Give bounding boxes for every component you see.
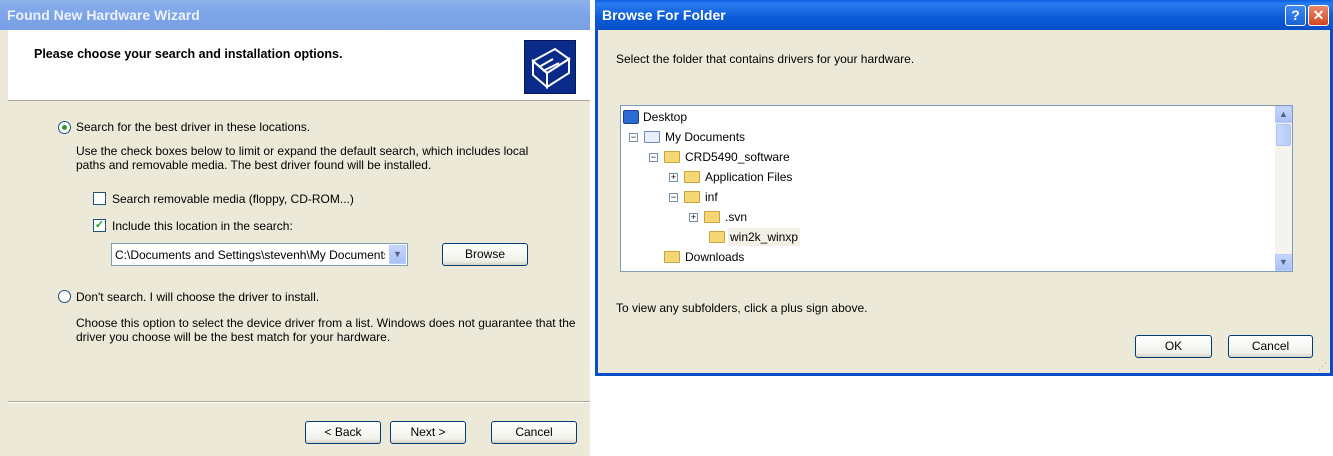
tree-item-label: .svn — [725, 210, 748, 224]
folder-tree[interactable]: Desktop − My Documents − CRD5490_softwar… — [620, 105, 1293, 272]
close-icon[interactable]: ✕ — [1308, 5, 1329, 26]
dont-search-option-description: Choose this option to select the device … — [76, 316, 576, 344]
browse-title: Browse For Folder — [602, 7, 726, 23]
dont-search-option-radio[interactable] — [58, 290, 71, 303]
removable-media-checkbox[interactable] — [93, 192, 106, 205]
browse-for-folder-dialog: Browse For Folder ? ✕ Select the folder … — [595, 0, 1333, 376]
found-new-hardware-wizard: Found New Hardware Wizard Please choose … — [0, 0, 590, 456]
documents-folder-icon — [644, 131, 660, 143]
include-location-label[interactable]: Include this location in the search: — [112, 219, 293, 233]
wizard-cancel-button[interactable]: Cancel — [491, 421, 577, 444]
tree-scrollbar[interactable]: ▲ ▼ — [1275, 106, 1292, 271]
chevron-down-icon[interactable]: ▼ — [389, 245, 406, 264]
scroll-up-icon[interactable]: ▲ — [1275, 106, 1292, 123]
next-button[interactable]: Next > — [390, 421, 466, 444]
wizard-separator — [8, 401, 590, 403]
collapse-icon[interactable]: − — [669, 193, 678, 202]
include-location-checkbox[interactable]: ✓ — [93, 219, 106, 232]
folder-icon — [684, 171, 700, 183]
folder-icon — [709, 231, 725, 243]
location-combobox[interactable]: C:\Documents and Settings\stevenh\My Doc… — [111, 243, 408, 266]
search-option-description: Use the check boxes below to limit or ex… — [76, 144, 529, 172]
tree-item-label: Downloads — [685, 250, 745, 264]
browse-instruction: Select the folder that contains drivers … — [616, 52, 915, 66]
wizard-heading: Please choose your search and installati… — [34, 47, 343, 61]
collapse-icon[interactable]: − — [629, 133, 638, 142]
browse-cancel-button[interactable]: Cancel — [1228, 335, 1313, 358]
back-button[interactable]: < Back — [305, 421, 381, 444]
browse-hint: To view any subfolders, click a plus sig… — [616, 301, 868, 315]
tree-item-label: Application Files — [705, 170, 793, 184]
tree-item-label: inf — [705, 190, 718, 204]
expand-icon[interactable]: + — [689, 213, 698, 222]
wizard-header: Please choose your search and installati… — [8, 30, 590, 101]
scroll-down-icon[interactable]: ▼ — [1275, 254, 1292, 271]
folder-icon — [664, 251, 680, 263]
collapse-icon[interactable]: − — [649, 153, 658, 162]
search-option-radio[interactable] — [58, 121, 71, 134]
folder-icon — [684, 191, 700, 203]
tree-item-label: Desktop — [643, 110, 688, 124]
tree-item-label: My Documents — [665, 130, 746, 144]
browse-button[interactable]: Browse — [442, 243, 528, 266]
ok-button[interactable]: OK — [1135, 335, 1212, 358]
scroll-thumb[interactable] — [1276, 124, 1291, 146]
tree-item-label: win2k_winxp — [728, 228, 801, 246]
hardware-wizard-icon — [524, 40, 576, 94]
wizard-body: Search for the best driver in these loca… — [8, 101, 590, 401]
desktop-icon — [623, 110, 639, 124]
tree-item-label: CRD5490_software — [685, 150, 790, 164]
search-option-label[interactable]: Search for the best driver in these loca… — [76, 120, 310, 134]
help-icon[interactable]: ? — [1285, 5, 1306, 26]
dont-search-option-label[interactable]: Don't search. I will choose the driver t… — [76, 290, 319, 304]
wizard-title: Found New Hardware Wizard — [0, 0, 590, 30]
location-value: C:\Documents and Settings\stevenh\My Doc… — [115, 248, 385, 262]
browse-title-bar: Browse For Folder ? ✕ — [595, 0, 1333, 30]
expand-icon[interactable]: + — [669, 173, 678, 182]
folder-icon — [704, 211, 720, 223]
folder-icon — [664, 151, 680, 163]
resize-grip-icon[interactable]: ⋰ — [1318, 361, 1328, 371]
removable-media-label[interactable]: Search removable media (floppy, CD-ROM..… — [112, 192, 354, 206]
folder-icon — [664, 271, 680, 272]
